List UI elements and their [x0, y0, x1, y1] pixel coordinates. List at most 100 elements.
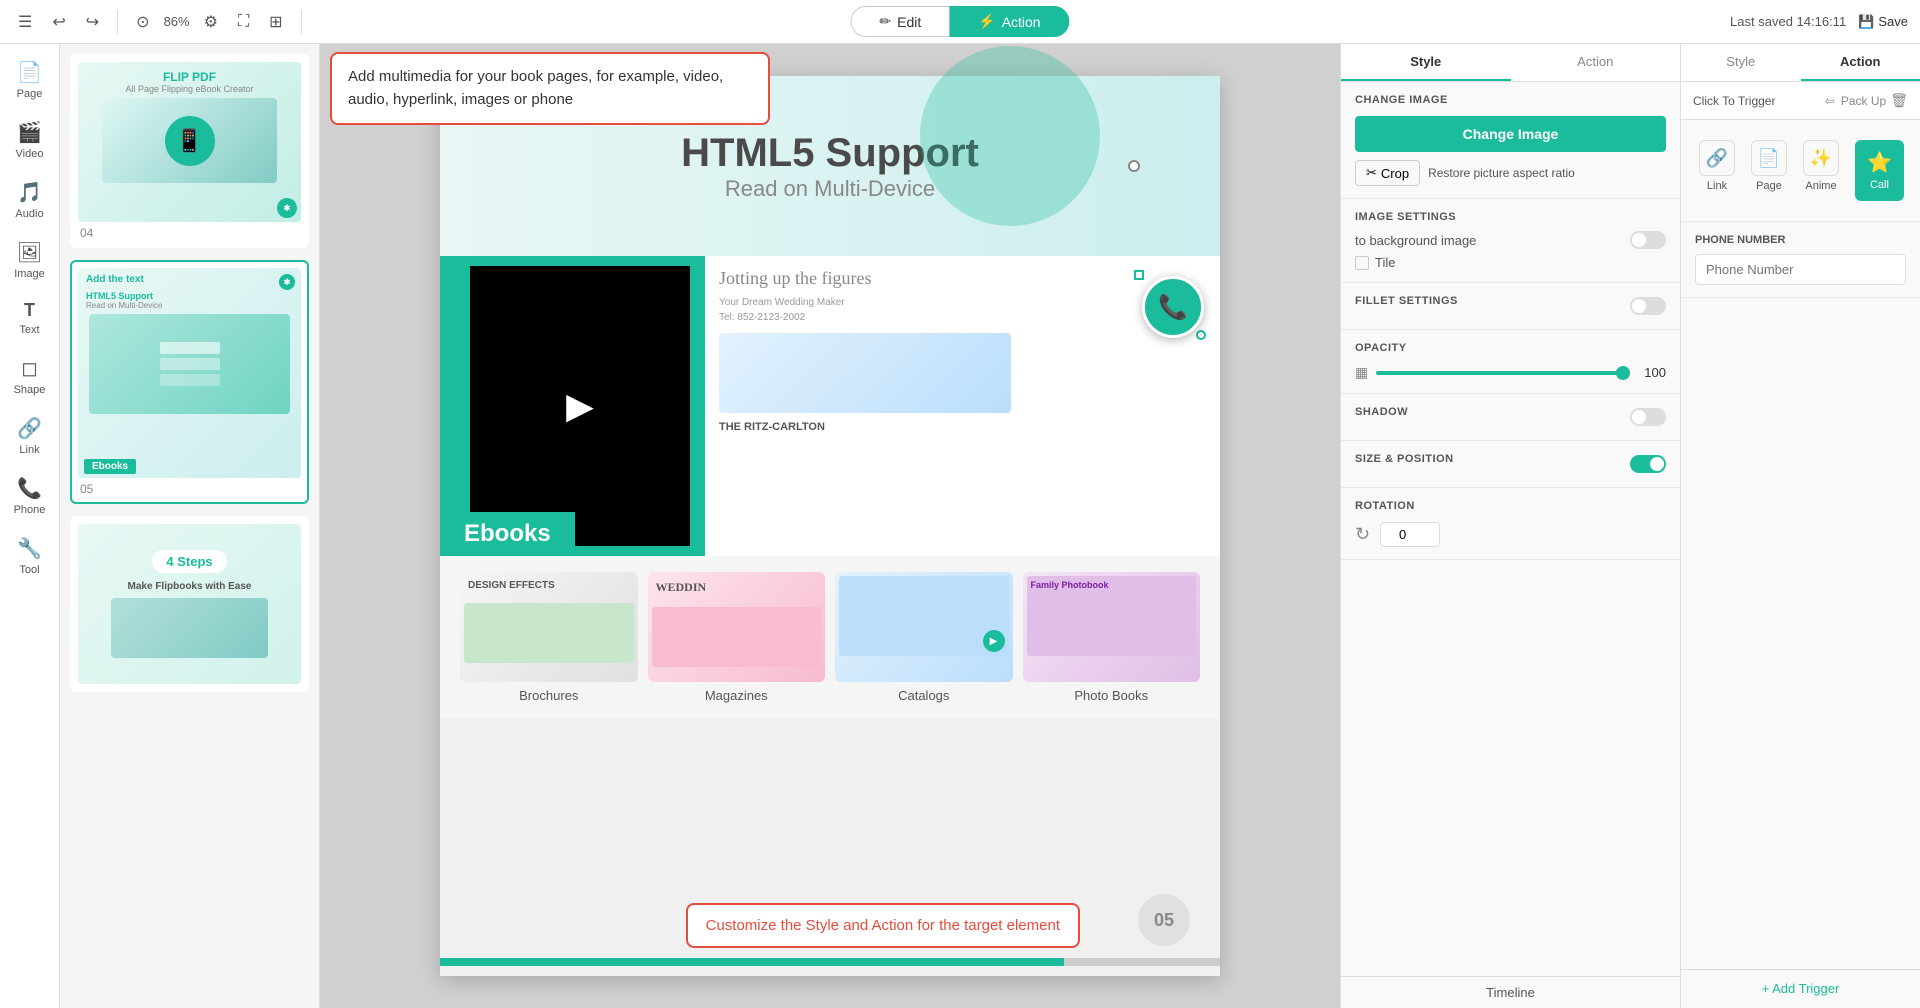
page-05-strip3 — [160, 374, 220, 386]
thumb-brochures: DESIGN EFFECTS Brochures — [460, 572, 638, 703]
action-tab-style-panel[interactable]: Action — [1511, 44, 1681, 81]
shadow-toggle[interactable] — [1630, 408, 1666, 426]
page-icon: 📄 — [17, 60, 42, 85]
action-tab[interactable]: ⚡ Action — [949, 6, 1069, 37]
sidebar-item-image[interactable]: 🖼 Image — [4, 232, 56, 288]
fullscreen-button[interactable]: ⛶ — [232, 9, 255, 35]
background-toggle-row: to background image — [1355, 231, 1666, 249]
trigger-anime-label: Anime — [1805, 180, 1836, 192]
opacity-slider-fill — [1376, 371, 1630, 375]
call-button-green[interactable]: ⭐ Call — [1855, 140, 1904, 201]
rotation-input[interactable] — [1380, 522, 1440, 547]
topbar: ☰ ↩ ↪ ⊙ 86% ⚙ ⛶ ⊞ ✏ Edit ⚡ Action Last s… — [0, 0, 1920, 44]
page-thumb-05[interactable]: Add the text HTML5 Support Read on Multi… — [70, 260, 309, 504]
fillet-settings-section: FILLET SETTINGS — [1341, 283, 1680, 330]
sidebar-item-phone[interactable]: 📞 Phone — [4, 468, 56, 524]
opacity-slider-thumb[interactable] — [1616, 366, 1630, 380]
sidebar-item-link[interactable]: 🔗 Link — [4, 408, 56, 464]
pages-panel: FLIP PDF All Page Flipping eBook Creator… — [60, 44, 320, 1008]
pack-up-button[interactable]: Pack Up 🗑 — [1841, 92, 1908, 109]
sidebar-item-tool[interactable]: 🔧 Tool — [4, 528, 56, 584]
main-layout: 📄 Page 🎬 Video 🎵 Audio 🖼 Image T Text ◻ … — [0, 44, 1920, 1008]
thumb-img-catalogs: ▶ — [835, 572, 1013, 682]
rotation-title: ROTATION — [1355, 500, 1666, 512]
page-thumb-04[interactable]: FLIP PDF All Page Flipping eBook Creator… — [70, 54, 309, 248]
crop-button[interactable]: ✂ Crop — [1355, 160, 1420, 186]
sidebar-label-text: Text — [19, 324, 39, 336]
catalogs-img: ▶ — [839, 576, 1009, 656]
page-05-img — [89, 314, 290, 414]
opacity-section: OPACITY ▦ 100 — [1341, 330, 1680, 394]
book-text: Your Dream Wedding MakerTel: 852-2123-20… — [719, 295, 1206, 325]
link-icon: 🔗 — [17, 416, 42, 441]
redo-button[interactable]: ↪ — [80, 8, 105, 36]
settings-button[interactable]: ⚙ — [198, 8, 224, 36]
trigger-page[interactable]: 📄 Page — [1743, 134, 1795, 207]
circle-button[interactable]: ⊙ — [130, 8, 155, 36]
action-style-tab[interactable]: Style — [1681, 44, 1801, 81]
sidebar-item-shape[interactable]: ◻ Shape — [4, 348, 56, 404]
page-05-content — [160, 342, 220, 386]
restore-aspect-button[interactable]: Restore picture aspect ratio — [1428, 166, 1575, 180]
fillet-toggle[interactable] — [1630, 297, 1666, 315]
tile-row: Tile — [1355, 255, 1666, 270]
phone-icon: 📞 — [17, 476, 42, 501]
trigger-anime-circle: ✨ — [1803, 140, 1839, 176]
size-position-title: SIZE & POSITION — [1355, 453, 1454, 465]
style-tab[interactable]: Style — [1341, 44, 1511, 81]
sidebar-item-text[interactable]: T Text — [4, 292, 56, 344]
separator-1 — [117, 10, 118, 34]
phone-number-input[interactable] — [1695, 254, 1906, 285]
add-trigger-area: + Add Trigger — [1681, 969, 1920, 1008]
magazines-img — [652, 607, 822, 667]
sidebar-item-page[interactable]: 📄 Page — [4, 52, 56, 108]
tooltip-top-text: Add multimedia for your book pages, for … — [348, 68, 723, 108]
sidebar-label-audio: Audio — [15, 208, 43, 220]
trigger-call[interactable]: ⭐ Call — [1847, 134, 1912, 207]
size-position-section: SIZE & POSITION — [1341, 441, 1680, 488]
sidebar-label-link: Link — [19, 444, 39, 456]
sidebar-label-shape: Shape — [14, 384, 46, 396]
thumb-04-sub: All Page Flipping eBook Creator — [125, 84, 253, 94]
trigger-page-circle: 📄 — [1751, 140, 1787, 176]
thumb-04-phone-icon: 📱 — [176, 128, 203, 154]
menu-button[interactable]: ☰ — [12, 8, 38, 36]
action-action-tab[interactable]: Action — [1801, 44, 1920, 81]
ebooks-label: Ebooks — [440, 512, 575, 556]
save-button[interactable]: 💾 Save — [1858, 14, 1908, 30]
sidebar-item-audio[interactable]: 🎵 Audio — [4, 172, 56, 228]
save-icon: 💾 — [1858, 14, 1874, 30]
page-05-preview: Add the text HTML5 Support Read on Multi… — [78, 268, 301, 478]
canvas-page: HTML5 Support Read on Multi-Device ▶ Jot… — [440, 76, 1220, 976]
timeline-button[interactable]: Timeline — [1341, 976, 1680, 1008]
page-05-badge: ✱ — [279, 274, 295, 290]
thumb-catalogs: ▶ Catalogs — [835, 572, 1013, 703]
undo-button[interactable]: ↩ — [46, 8, 71, 36]
selection-handle-top — [1128, 160, 1140, 172]
sidebar-item-video[interactable]: 🎬 Video — [4, 112, 56, 168]
text-icon: T — [24, 300, 35, 321]
call-icon-white: ⭐ — [1867, 150, 1892, 175]
trigger-anime[interactable]: ✨ Anime — [1795, 134, 1847, 207]
change-image-button[interactable]: Change Image — [1355, 116, 1666, 152]
selected-phone-element[interactable]: 📞 — [1142, 276, 1204, 338]
progress-bar[interactable] — [440, 958, 1220, 966]
page-thumb-06[interactable]: 4 Steps Make Flipbooks with Ease — [70, 516, 309, 692]
tile-checkbox[interactable] — [1355, 256, 1369, 270]
thumb-04-img: 📱 — [102, 98, 278, 183]
call-label: Call — [1870, 179, 1889, 191]
style-panel-tabs: Style Action — [1341, 44, 1680, 82]
background-label: to background image — [1355, 233, 1476, 248]
size-position-toggle[interactable] — [1630, 455, 1666, 473]
tooltip-bottom-text: Customize the Style and Action for the t… — [706, 917, 1060, 934]
page-04-number: 04 — [78, 226, 301, 240]
add-trigger-button[interactable]: + Add Trigger — [1691, 981, 1910, 996]
trigger-link[interactable]: 🔗 Link — [1691, 134, 1743, 207]
timeline-area: Timeline — [1341, 976, 1680, 1008]
edit-tab[interactable]: ✏ Edit — [850, 6, 949, 37]
play-icon: ▶ — [566, 385, 594, 427]
opacity-slider-track[interactable] — [1376, 371, 1630, 375]
grid-button[interactable]: ⊞ — [263, 8, 288, 36]
background-toggle[interactable] — [1630, 231, 1666, 249]
rotation-section: ROTATION ↻ — [1341, 488, 1680, 560]
